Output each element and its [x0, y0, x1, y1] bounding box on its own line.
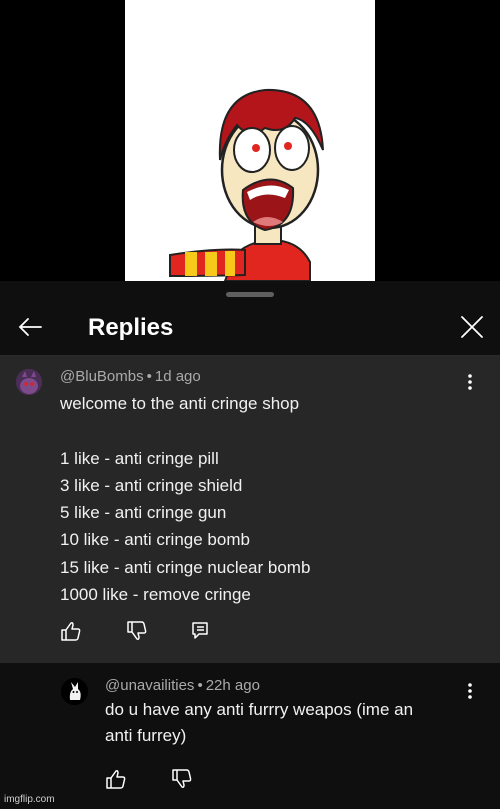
- replies-sheet: Replies @BluBombs • 1d ago welcome to the …: [0, 281, 500, 809]
- comment-author[interactable]: @BluBombs: [60, 368, 144, 385]
- more-vert-icon[interactable]: [460, 370, 480, 394]
- more-vert-icon[interactable]: [460, 679, 480, 703]
- reply-comment: @unavailities • 22h ago do u have any anti…: [0, 663, 500, 809]
- reply-actions: [105, 768, 225, 792]
- reply-body: do u have any anti furrry weapos (ime an…: [105, 700, 414, 745]
- avatar-image: [61, 678, 88, 705]
- close-icon[interactable]: [458, 313, 486, 341]
- watermark: imgflip.com: [4, 794, 55, 805]
- reply-icon[interactable]: [190, 620, 212, 642]
- comment-actions: [60, 620, 260, 644]
- avatar-image: [16, 369, 42, 395]
- thumb-down-icon[interactable]: [171, 768, 193, 790]
- sheet-title: Replies: [88, 314, 174, 341]
- arrow-left-icon[interactable]: [16, 313, 44, 341]
- sheet-header: Replies: [0, 303, 500, 356]
- reply-time: 22h ago: [205, 677, 260, 694]
- parent-comment: @BluBombs • 1d ago welcome to the anti cri…: [0, 356, 500, 663]
- avatar[interactable]: [61, 678, 88, 705]
- cartoon-image: [169, 88, 324, 281]
- video-player[interactable]: [0, 0, 500, 281]
- thumb-up-icon[interactable]: [60, 620, 82, 642]
- thumb-down-icon[interactable]: [126, 620, 148, 642]
- comment-time: 1d ago: [154, 368, 201, 385]
- drag-handle[interactable]: [226, 292, 274, 297]
- thumb-up-icon[interactable]: [105, 768, 127, 790]
- video-frame: [125, 0, 375, 281]
- reply-meta: @unavailities • 22h ago: [105, 677, 260, 694]
- avatar[interactable]: [16, 369, 42, 395]
- reply-author[interactable]: @unavailities: [105, 677, 194, 694]
- comment-meta: @BluBombs • 1d ago: [60, 368, 201, 385]
- comment-body: welcome to the anti cringe shop 1 like -…: [60, 394, 311, 605]
